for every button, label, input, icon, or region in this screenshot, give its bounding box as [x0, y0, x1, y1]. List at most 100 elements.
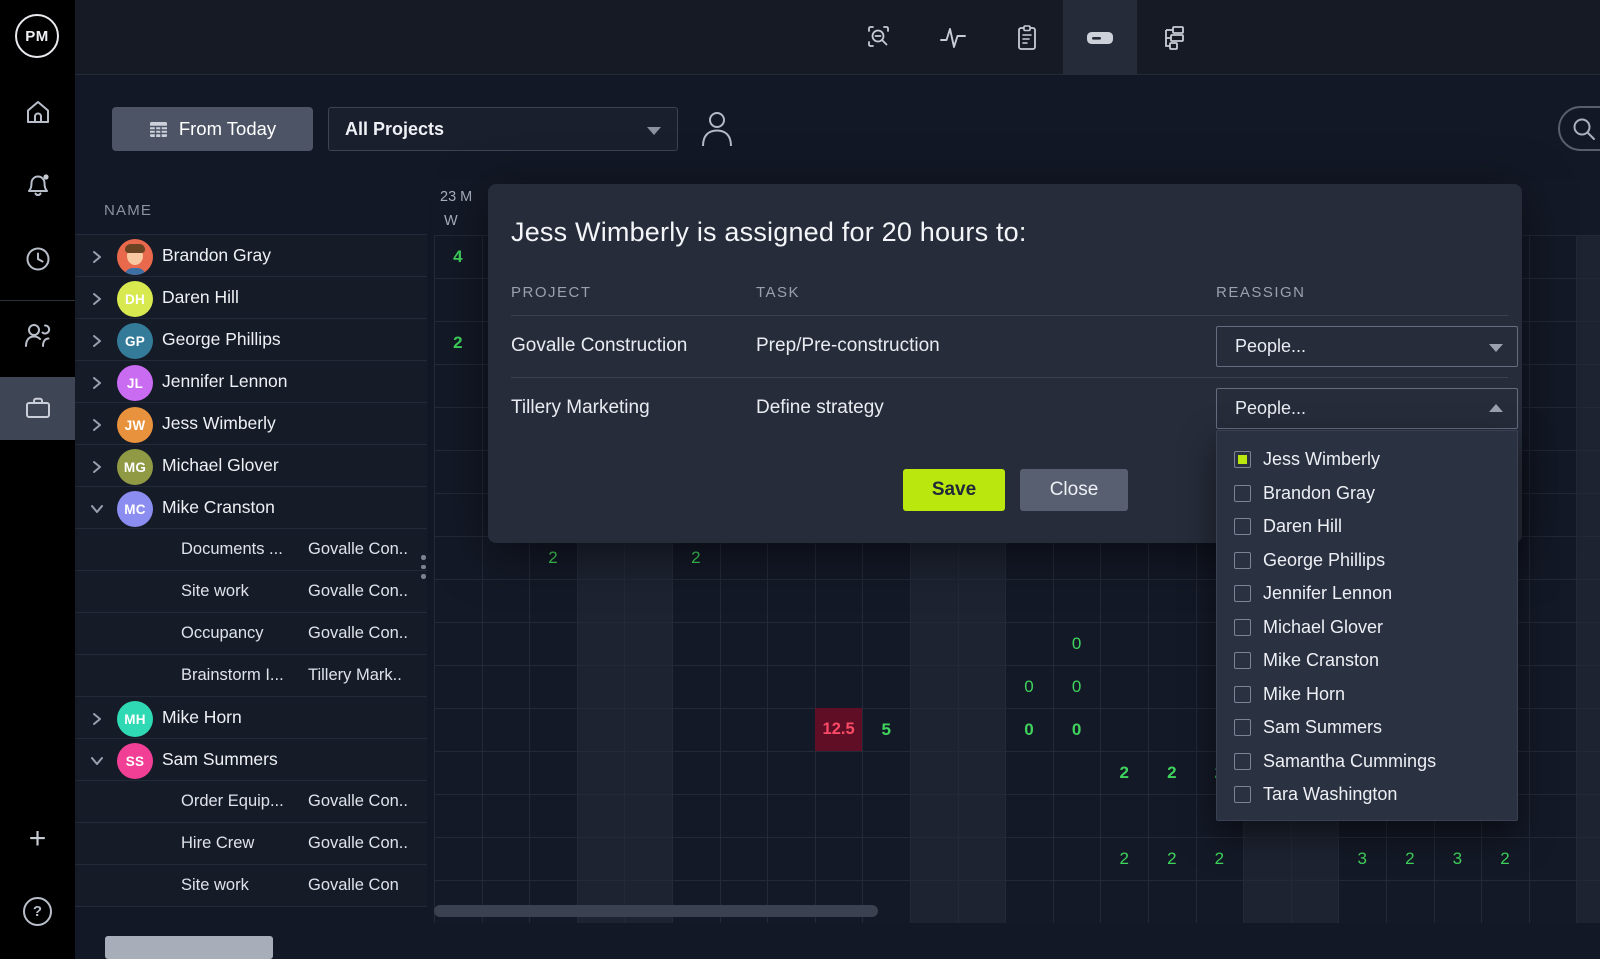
team-people-icon[interactable]	[0, 313, 75, 357]
checkbox-icon[interactable]	[1234, 686, 1251, 703]
modal-title: Jess Wimberly is assigned for 20 hours t…	[511, 217, 1027, 248]
reassign-people-select-2[interactable]: People...	[1216, 388, 1518, 429]
calendar-icon	[149, 121, 168, 138]
checkbox-icon[interactable]	[1234, 518, 1251, 535]
resource-row[interactable]: DHDaren Hill	[75, 276, 427, 319]
workload-cell[interactable]: 12.5	[815, 708, 863, 751]
dropdown-option[interactable]: Michael Glover	[1217, 611, 1517, 645]
help-icon[interactable]: ?	[0, 889, 75, 933]
checkbox-icon[interactable]	[1234, 753, 1251, 770]
checkbox-icon[interactable]	[1234, 485, 1251, 502]
checkbox-icon[interactable]	[1234, 619, 1251, 636]
workload-cell[interactable]: 0	[1053, 665, 1101, 708]
checkbox-icon[interactable]	[1234, 786, 1251, 803]
reassign-people-select-1[interactable]: People...	[1216, 326, 1518, 367]
workload-cell[interactable]: 0	[1053, 622, 1101, 665]
resource-row[interactable]: JLJennifer Lennon	[75, 360, 427, 403]
avatar: GP	[117, 323, 153, 359]
chevron-right-icon[interactable]	[89, 249, 105, 265]
workload-cell[interactable]: 2	[1148, 751, 1196, 794]
avatar: MH	[117, 701, 153, 737]
dropdown-option[interactable]: Brandon Gray	[1217, 477, 1517, 511]
workload-cell[interactable]: 2	[1148, 837, 1196, 880]
dropdown-option[interactable]: Sam Summers	[1217, 711, 1517, 745]
task-row[interactable]: Hire CrewGovalle Con..	[75, 822, 427, 865]
chevron-right-icon[interactable]	[89, 333, 105, 349]
resource-row[interactable]: MGMichael Glover	[75, 444, 427, 487]
add-plus-icon[interactable]: +	[0, 817, 75, 861]
search-button[interactable]	[1558, 106, 1600, 151]
workload-cell[interactable]: 2	[434, 321, 482, 364]
workload-cell[interactable]: 5	[862, 708, 910, 751]
task-name: Brainstorm I...	[181, 666, 284, 685]
bottom-partial-button[interactable]	[105, 936, 273, 959]
from-today-button[interactable]: From Today	[112, 107, 313, 151]
resource-row[interactable]: MCMike Cranston	[75, 486, 427, 529]
chevron-right-icon[interactable]	[89, 291, 105, 307]
tab-workload[interactable]	[1063, 0, 1137, 75]
chevron-right-icon[interactable]	[89, 711, 105, 727]
tab-tasks-report[interactable]	[990, 0, 1064, 75]
save-button[interactable]: Save	[903, 469, 1005, 511]
portfolio-briefcase-icon[interactable]	[0, 386, 75, 430]
recent-clock-icon[interactable]	[0, 237, 75, 281]
checkbox-icon[interactable]	[1234, 652, 1251, 669]
dropdown-option[interactable]: Samantha Cummings	[1217, 745, 1517, 779]
workload-cell[interactable]: 3	[1338, 837, 1386, 880]
person-silhouette-icon[interactable]	[699, 109, 735, 147]
resource-row[interactable]: MHMike Horn	[75, 696, 427, 739]
task-row[interactable]: Documents ...Govalle Con..	[75, 528, 427, 571]
workload-cell[interactable]: 2	[1100, 837, 1148, 880]
checkbox-checked-icon[interactable]	[1234, 451, 1251, 468]
resource-row[interactable]: Brandon Gray	[75, 234, 427, 277]
workload-cell[interactable]: 2	[1481, 837, 1529, 880]
assignment-row: Govalle Construction Prep/Pre-constructi…	[511, 315, 1508, 378]
chevron-down-icon[interactable]	[89, 501, 105, 517]
workload-cell[interactable]: 0	[1053, 708, 1101, 751]
dropdown-option-label: Sam Summers	[1263, 717, 1382, 738]
dropdown-option[interactable]: Mike Horn	[1217, 678, 1517, 712]
chevron-down-icon[interactable]	[89, 753, 105, 769]
chevron-right-icon[interactable]	[89, 459, 105, 475]
notifications-bell-icon[interactable]	[0, 163, 75, 207]
workload-cell[interactable]: 0	[1005, 665, 1053, 708]
project-filter-value: All Projects	[345, 119, 444, 140]
task-row[interactable]: Site workGovalle Con..	[75, 570, 427, 613]
checkbox-icon[interactable]	[1234, 552, 1251, 569]
horizontal-scrollbar[interactable]	[434, 905, 878, 917]
resource-row[interactable]: SSSam Summers	[75, 738, 427, 781]
app-logo[interactable]: PM	[15, 14, 59, 58]
task-name: Order Equip...	[181, 792, 284, 811]
task-row[interactable]: Site workGovalle Con	[75, 864, 427, 907]
task-row[interactable]: Order Equip...Govalle Con..	[75, 780, 427, 823]
home-icon[interactable]	[0, 90, 75, 134]
task-row[interactable]: Brainstorm I...Tillery Mark..	[75, 654, 427, 697]
dropdown-option[interactable]: George Phillips	[1217, 544, 1517, 578]
project-filter-select[interactable]: All Projects	[328, 107, 678, 151]
panel-resize-handle[interactable]	[421, 555, 426, 579]
workload-cell[interactable]: 2	[1100, 751, 1148, 794]
resource-row[interactable]: JWJess Wimberly	[75, 402, 427, 445]
workload-cell[interactable]: 2	[1386, 837, 1434, 880]
tab-workflow[interactable]	[1137, 0, 1211, 75]
task-name: Documents ...	[181, 540, 283, 559]
task-row[interactable]: OccupancyGovalle Con..	[75, 612, 427, 655]
tab-zoom-search[interactable]	[843, 0, 917, 75]
chevron-right-icon[interactable]	[89, 417, 105, 433]
workload-cell[interactable]: 0	[1005, 708, 1053, 751]
dropdown-option[interactable]: Daren Hill	[1217, 510, 1517, 544]
dropdown-option[interactable]: Mike Cranston	[1217, 644, 1517, 678]
chevron-right-icon[interactable]	[89, 375, 105, 391]
workload-cell[interactable]: 4	[434, 235, 482, 278]
resource-row[interactable]: GPGeorge Phillips	[75, 318, 427, 361]
dropdown-option[interactable]: Jess Wimberly	[1217, 443, 1517, 477]
close-button[interactable]: Close	[1020, 469, 1128, 511]
workload-cell[interactable]: 3	[1434, 837, 1482, 880]
tab-activity[interactable]	[916, 0, 990, 75]
dropdown-option[interactable]: Tara Washington	[1217, 778, 1517, 812]
checkbox-icon[interactable]	[1234, 585, 1251, 602]
checkbox-icon[interactable]	[1234, 719, 1251, 736]
dropdown-option[interactable]: Jennifer Lennon	[1217, 577, 1517, 611]
workload-cell[interactable]: 2	[1196, 837, 1244, 880]
dropdown-option-label: Jennifer Lennon	[1263, 583, 1392, 604]
